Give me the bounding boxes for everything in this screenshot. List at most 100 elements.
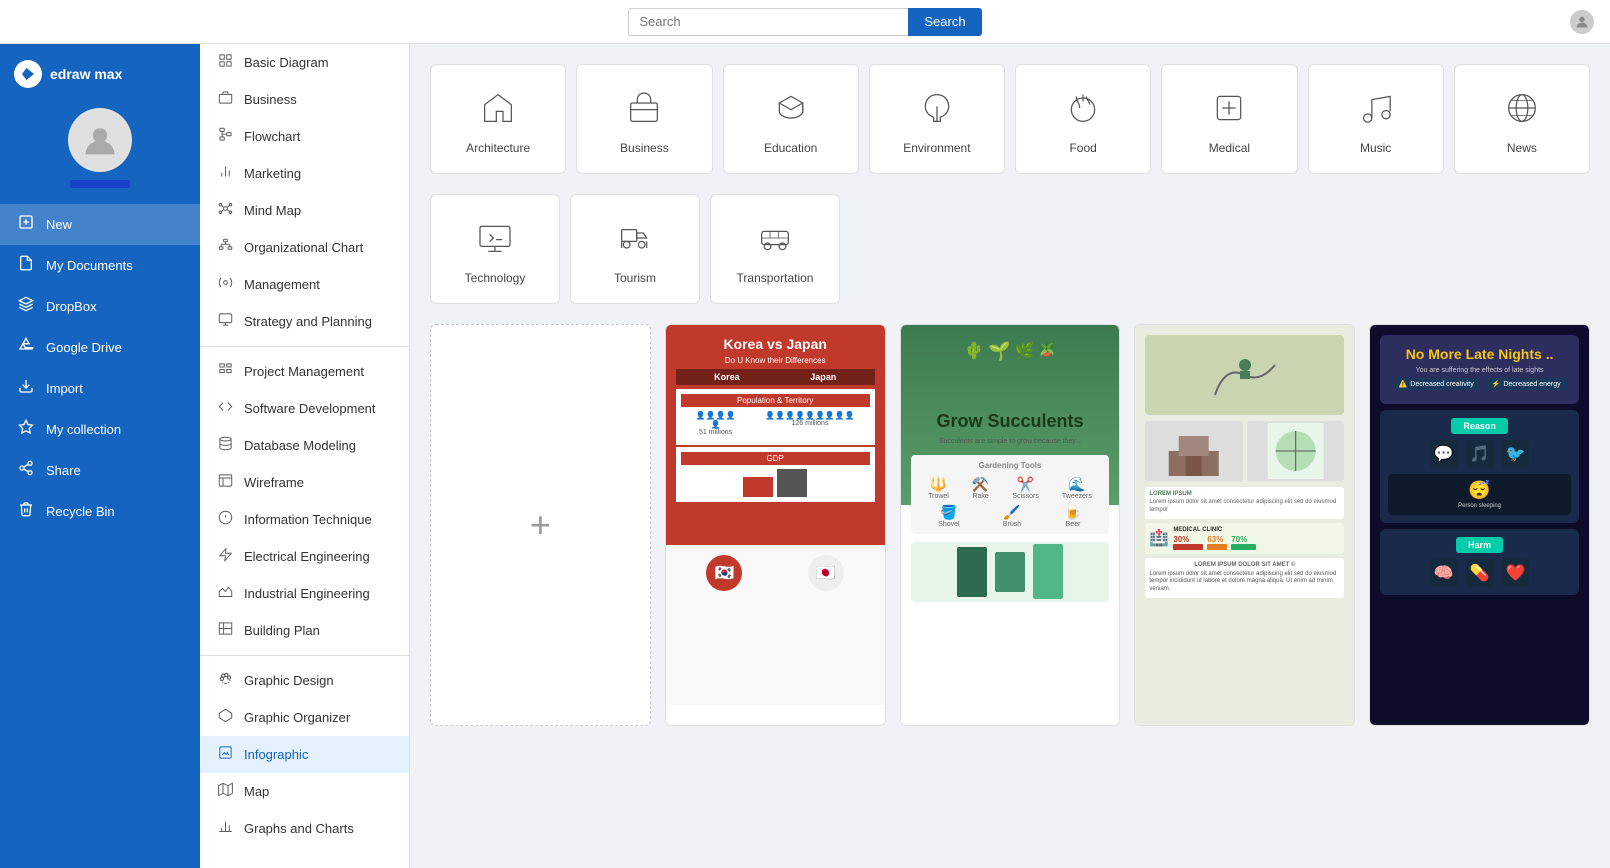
project-icon (216, 362, 234, 381)
left-nav-info-tech[interactable]: Information Technique (200, 501, 409, 538)
category-card-news[interactable]: News (1454, 64, 1590, 174)
category-card-medical[interactable]: Medical (1161, 64, 1297, 174)
search-wrap: Search (628, 8, 981, 36)
technology-cat-icon (475, 218, 515, 263)
sidebar-item-label-import: Import (46, 381, 83, 396)
reason-badge: Reason (1451, 418, 1508, 434)
category-label-transportation: Transportation (737, 271, 814, 285)
avatar (68, 108, 132, 172)
left-nav-strategy[interactable]: Strategy and Planning (200, 303, 409, 340)
category-card-architecture[interactable]: Architecture (430, 64, 566, 174)
left-nav-flowchart[interactable]: Flowchart (200, 118, 409, 155)
share-icon (16, 460, 36, 481)
category-card-business[interactable]: Business (576, 64, 712, 174)
sidebar-item-label-recycle: Recycle Bin (46, 504, 115, 519)
left-nav-label-marketing: Marketing (244, 166, 301, 181)
japan-col: Japan (810, 372, 836, 382)
left-nav-graphs[interactable]: Graphs and Charts (200, 810, 409, 847)
left-nav-map[interactable]: Map (200, 773, 409, 810)
strategy-icon (216, 312, 234, 331)
map-icon (216, 782, 234, 801)
new-icon (16, 214, 36, 235)
software-icon (216, 399, 234, 418)
building-plan-icon (216, 621, 234, 640)
sidebar-item-label-docs: My Documents (46, 258, 133, 273)
left-nav-graphic-org[interactable]: Graphic Organizer (200, 699, 409, 736)
left-nav-basic-diagram[interactable]: Basic Diagram (200, 44, 409, 81)
left-nav-building[interactable]: Building Plan (200, 612, 409, 649)
avatar-bar (70, 180, 130, 188)
left-nav-management[interactable]: Management (200, 266, 409, 303)
left-nav-database[interactable]: Database Modeling (200, 427, 409, 464)
left-nav-label-graphic-design: Graphic Design (244, 673, 334, 688)
sidebar-item-recycle[interactable]: Recycle Bin (0, 491, 200, 532)
left-nav-software-dev[interactable]: Software Development (200, 390, 409, 427)
category-label-news: News (1507, 141, 1537, 155)
food-cat-icon (1063, 88, 1103, 133)
graphs-icon (216, 819, 234, 838)
category-label-tourism: Tourism (614, 271, 656, 285)
sidebar-item-collection[interactable]: My collection (0, 409, 200, 450)
succulents-subtitle: Succulents are simple to grow because th… (911, 438, 1110, 445)
graphic-design-icon (216, 671, 234, 690)
category-label-music: Music (1360, 141, 1391, 155)
template-gallery: + Korea vs Japan Do U Know their Differe… (430, 324, 1590, 726)
sidebar-item-share[interactable]: Share (0, 450, 200, 491)
succulents-title: Grow Succulents (911, 412, 1110, 432)
left-nav-marketing[interactable]: Marketing (200, 155, 409, 192)
left-nav-electrical[interactable]: Electrical Engineering (200, 538, 409, 575)
news-cat-icon (1502, 88, 1542, 133)
left-nav-label-strategy: Strategy and Planning (244, 314, 372, 329)
left-nav-label-project: Project Management (244, 364, 364, 379)
left-nav-org-chart[interactable]: Organizational Chart (200, 229, 409, 266)
template-card-succulents[interactable]: 🌵🌱🌿🪴 Grow Succulents Succulents are simp… (900, 324, 1121, 726)
new-template-card[interactable]: + (430, 324, 651, 726)
sidebar-item-dropbox[interactable]: DropBox (0, 286, 200, 327)
left-nav-wireframe[interactable]: Wireframe (200, 464, 409, 501)
left-nav-label-software: Software Development (244, 401, 376, 416)
category-card-education[interactable]: Education (723, 64, 859, 174)
category-card-music[interactable]: Music (1308, 64, 1444, 174)
nav-divider-2 (200, 655, 409, 656)
tourism-cat-icon (615, 218, 655, 263)
late-nights-title: No More Late Nights .. (1390, 345, 1569, 363)
app-logo: edraw max (0, 44, 200, 98)
business-cat-icon (624, 88, 664, 133)
left-nav-graphic-design[interactable]: Graphic Design (200, 662, 409, 699)
user-avatar-icon[interactable] (1570, 10, 1594, 34)
electrical-icon (216, 547, 234, 566)
infographic-icon (216, 745, 234, 764)
left-nav-mindmap[interactable]: Mind Map (200, 192, 409, 229)
category-card-technology[interactable]: Technology (430, 194, 560, 304)
left-nav-infographic[interactable]: Infographic (200, 736, 409, 773)
plus-icon: + (530, 504, 551, 546)
category-card-food[interactable]: Food (1015, 64, 1151, 174)
sidebar-item-my-documents[interactable]: My Documents (0, 245, 200, 286)
left-nav-label-wireframe: Wireframe (244, 475, 304, 490)
sidebar-item-new[interactable]: New (0, 204, 200, 245)
topbar: Search (0, 0, 1610, 44)
template-card-korea-japan[interactable]: Korea vs Japan Do U Know their Differenc… (665, 324, 886, 726)
gardening-section: Gardening Tools (917, 461, 1104, 470)
education-cat-icon (771, 88, 811, 133)
template-card-late-nights[interactable]: No More Late Nights .. You are suffering… (1369, 324, 1590, 726)
sidebar-item-import[interactable]: Import (0, 368, 200, 409)
search-input[interactable] (628, 8, 908, 36)
wireframe-icon (216, 473, 234, 492)
category-label-environment: Environment (903, 141, 970, 155)
mindmap-icon (216, 201, 234, 220)
category-card-tourism[interactable]: Tourism (570, 194, 700, 304)
collection-icon (16, 419, 36, 440)
recycle-icon (16, 501, 36, 522)
left-nav-panel: Basic Diagram Business Flowchart Marketi… (200, 44, 410, 868)
left-nav-industrial[interactable]: Industrial Engineering (200, 575, 409, 612)
left-nav-label-map: Map (244, 784, 269, 799)
template-card-tourism[interactable]: LOREM IPSUM Lorem ipsum dolor sit amet c… (1134, 324, 1355, 726)
left-nav-project-mgmt[interactable]: Project Management (200, 353, 409, 390)
music-cat-icon (1356, 88, 1396, 133)
search-button[interactable]: Search (908, 8, 981, 36)
category-card-environment[interactable]: Environment (869, 64, 1005, 174)
left-nav-business[interactable]: Business (200, 81, 409, 118)
category-card-transportation[interactable]: Transportation (710, 194, 840, 304)
sidebar-item-google-drive[interactable]: Google Drive (0, 327, 200, 368)
